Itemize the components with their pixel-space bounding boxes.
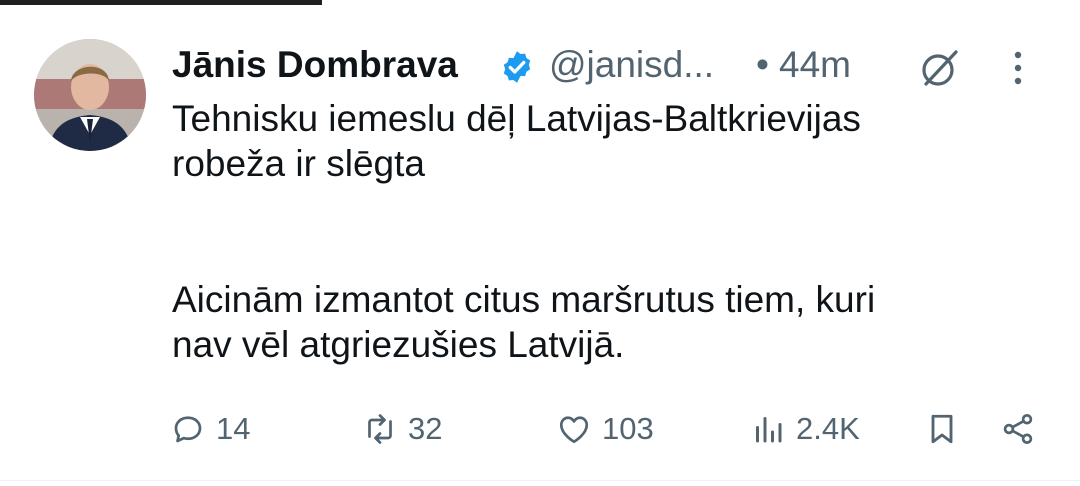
- repost-button[interactable]: 32: [362, 404, 442, 454]
- share-icon: [1003, 414, 1033, 444]
- verified-badge-icon[interactable]: [499, 49, 535, 85]
- tweet-line: nav vēl atgriezušies Latvijā.: [172, 324, 625, 365]
- author-name[interactable]: Jānis Dombrava: [172, 44, 458, 86]
- tweet-actions: 14 32 103 2.4K: [0, 404, 1080, 454]
- separator-dot: •: [756, 44, 769, 85]
- more-icon[interactable]: [1006, 46, 1030, 90]
- tweet-header: Jānis Dombrava @janisd... • 44m: [172, 42, 1052, 94]
- tweet-line: Aicinām izmantot citus maršrutus tiem, k…: [172, 279, 876, 320]
- share-button[interactable]: [1000, 404, 1036, 454]
- divider: [0, 480, 1080, 481]
- views-button[interactable]: 2.4K: [750, 404, 860, 454]
- tweet-line: Tehnisku iemeslu dēļ Latvijas-Baltkrievi…: [172, 98, 861, 139]
- bookmark-icon: [931, 414, 953, 444]
- grok-icon[interactable]: [918, 46, 962, 90]
- repost-icon: [368, 414, 392, 444]
- tweet-line: robeža ir slēgta: [172, 143, 425, 184]
- reply-count: 14: [216, 411, 251, 446]
- like-count: 103: [602, 411, 654, 446]
- bookmark-button[interactable]: [924, 404, 960, 454]
- views-count: 2.4K: [796, 411, 860, 446]
- reply-icon: [174, 416, 202, 443]
- reply-button[interactable]: 14: [170, 404, 250, 454]
- avatar[interactable]: [34, 39, 146, 151]
- like-icon: [559, 416, 589, 444]
- tweet-time[interactable]: 44m: [779, 44, 851, 86]
- like-button[interactable]: 103: [556, 404, 654, 454]
- avatar-photo: [34, 39, 146, 151]
- views-icon: [756, 417, 782, 443]
- tweet-text: Tehnisku iemeslu dēļ Latvijas-Baltkrievi…: [172, 96, 1032, 367]
- repost-count: 32: [408, 411, 443, 446]
- top-edge-bar: [0, 0, 322, 5]
- author-handle[interactable]: @janisd...: [549, 44, 714, 86]
